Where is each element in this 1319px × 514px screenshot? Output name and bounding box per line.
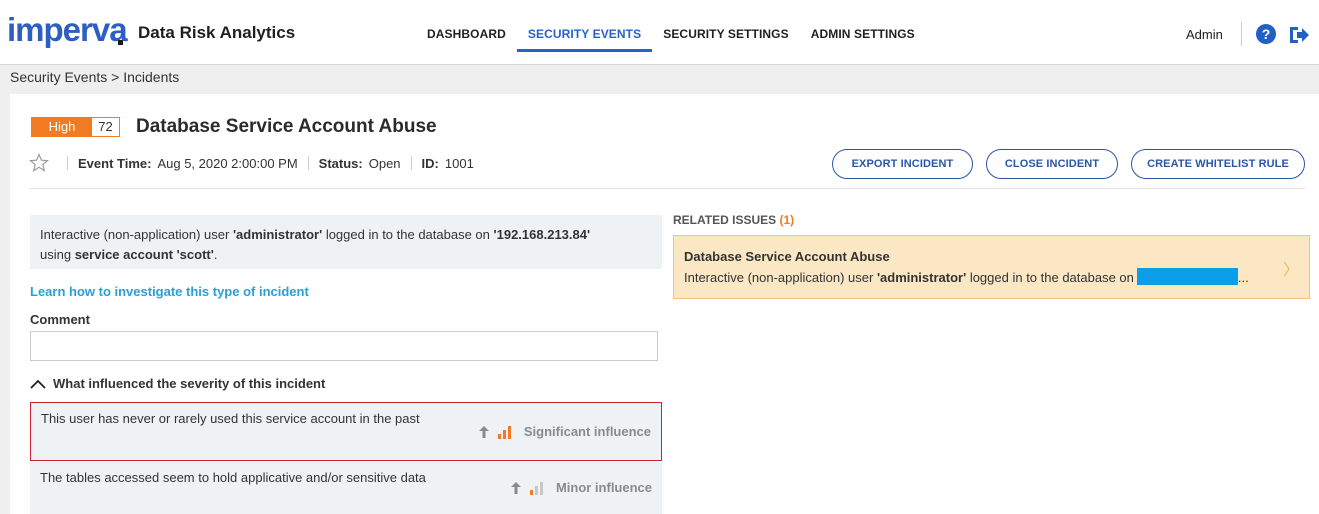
chevron-right-icon: 〉: [1282, 262, 1299, 279]
influence-row[interactable]: This user has never or rarely used this …: [30, 402, 662, 461]
breadcrumb[interactable]: Security Events > Incidents: [10, 69, 179, 85]
export-incident-button[interactable]: EXPORT INCIDENT: [832, 149, 973, 179]
id-value: 1001: [444, 155, 474, 171]
influence-header-label: What influenced the severity of this inc…: [53, 376, 326, 391]
create-whitelist-rule-button[interactable]: CREATE WHITELIST RULE: [1131, 149, 1305, 179]
severity-badge: High 72: [31, 117, 120, 137]
nav-security-events[interactable]: SECURITY EVENTS: [516, 0, 653, 52]
header-divider-line: [29, 188, 1305, 189]
description-account: service account 'scott': [74, 247, 214, 262]
influence-text: The tables accessed seem to hold applica…: [40, 470, 426, 485]
chevron-up-icon: [30, 379, 46, 389]
description-text: Interactive (non-application) user: [40, 227, 233, 242]
star-icon[interactable]: [29, 153, 49, 173]
influence-row[interactable]: The tables accessed seem to hold applica…: [30, 462, 662, 514]
logout-icon[interactable]: [1288, 25, 1310, 45]
user-menu[interactable]: Admin: [1186, 27, 1223, 42]
status-value: Open: [368, 155, 401, 171]
description-text: .: [213, 247, 218, 262]
event-time-label: Event Time:: [78, 155, 152, 171]
severity-label: High: [32, 118, 92, 136]
related-issues-label: RELATED ISSUES: [673, 213, 777, 227]
influence-level-label: Significant influence: [523, 423, 651, 439]
help-icon[interactable]: ?: [1256, 24, 1276, 44]
meta-divider: [410, 156, 412, 170]
related-text-user: 'administrator': [876, 270, 967, 285]
comment-label: Comment: [30, 312, 90, 327]
comment-input[interactable]: [30, 331, 658, 361]
description-user: 'administrator': [232, 227, 323, 242]
related-issue-card[interactable]: Database Service Account Abuse Interacti…: [673, 235, 1310, 299]
imperva-logo[interactable]: imperva: [7, 10, 128, 50]
related-issues-count: (1): [779, 213, 795, 227]
header-divider: [1241, 22, 1242, 46]
severity-score: 72: [92, 118, 119, 136]
influence-text: This user has never or rarely used this …: [41, 411, 420, 426]
influence-toggle[interactable]: What influenced the severity of this inc…: [30, 376, 325, 391]
event-time-value: Aug 5, 2020 2:00:00 PM: [157, 155, 298, 171]
logo-dot: [118, 40, 123, 45]
arrow-up-icon: [478, 425, 489, 438]
description-text: logged in to the database on: [322, 227, 494, 242]
influence-level: Minor influence: [510, 478, 652, 498]
main-nav: DASHBOARD SECURITY EVENTS SECURITY SETTI…: [416, 0, 926, 64]
nav-dashboard[interactable]: DASHBOARD: [416, 0, 517, 52]
meta-divider: [307, 156, 309, 170]
related-text-part: Interactive (non-application) user: [684, 270, 877, 285]
related-text-part: logged in to the database on: [966, 270, 1134, 285]
related-issue-title: Database Service Account Abuse: [684, 249, 890, 264]
meta-divider: [67, 156, 68, 170]
incident-panel: High 72 Database Service Account Abuse E…: [10, 94, 1319, 514]
close-incident-button[interactable]: CLOSE INCIDENT: [986, 149, 1118, 179]
signal-bars-icon: [529, 482, 543, 495]
id-label: ID:: [421, 155, 439, 171]
influence-level: Significant influence: [478, 422, 651, 442]
learn-investigate-link[interactable]: Learn how to investigate this type of in…: [30, 284, 309, 299]
status-label: Status:: [318, 155, 363, 171]
nav-security-settings[interactable]: SECURITY SETTINGS: [652, 0, 800, 52]
incident-title: Database Service Account Abuse: [136, 116, 437, 137]
nav-admin-settings[interactable]: ADMIN SETTINGS: [800, 0, 926, 52]
related-text-ellipsis: ...: [1237, 270, 1249, 285]
description-text: using: [40, 247, 75, 262]
redacted-block: [1136, 268, 1238, 285]
related-issue-text: Interactive (non-application) user 'admi…: [684, 267, 1299, 288]
arrow-up-icon: [510, 482, 521, 494]
description-ip: '192.168.213.84': [493, 227, 591, 242]
app-title: Data Risk Analytics: [138, 23, 296, 42]
top-bar: imperva Data Risk Analytics DASHBOARD SE…: [0, 0, 1319, 65]
related-issues-header: RELATED ISSUES (1): [673, 213, 794, 227]
signal-bars-icon: [497, 425, 511, 439]
influence-level-label: Minor influence: [555, 480, 652, 495]
incident-description: Interactive (non-application) user 'admi…: [30, 215, 662, 269]
incident-meta: Event Time: Aug 5, 2020 2:00:00 PM Statu…: [29, 153, 474, 173]
